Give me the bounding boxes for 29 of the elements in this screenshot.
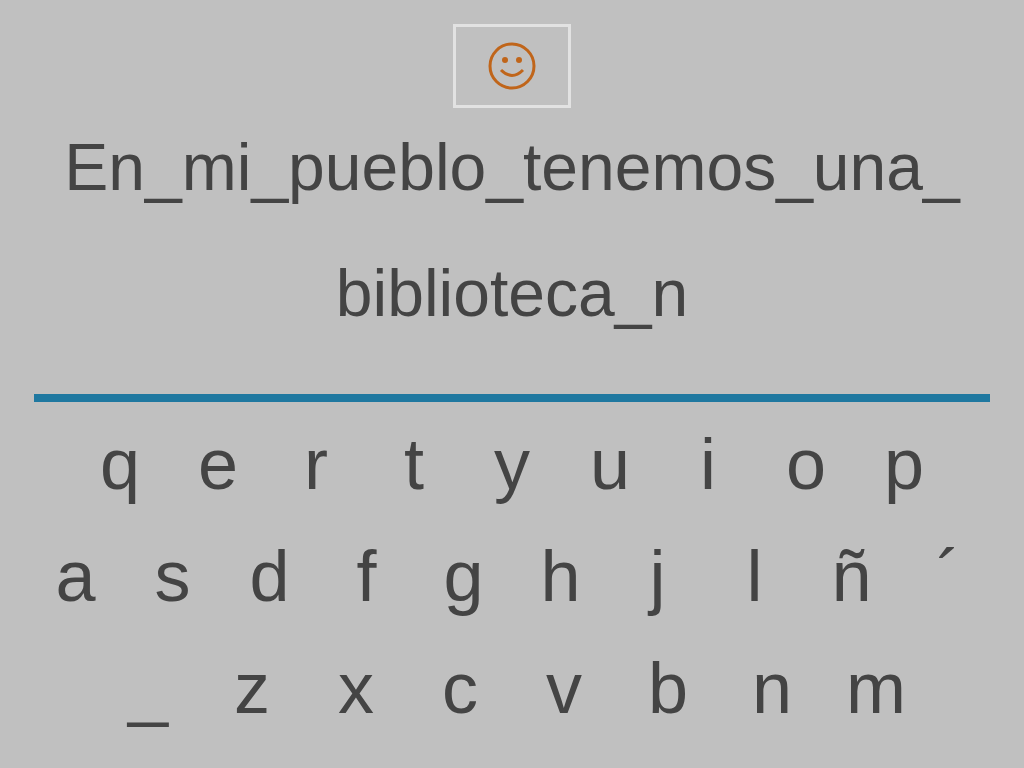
letter-key[interactable]: d — [221, 538, 318, 614]
letter-key[interactable]: o — [757, 426, 855, 502]
letter-key[interactable]: m — [824, 650, 928, 726]
letter-key[interactable]: g — [415, 538, 512, 614]
letter-key[interactable]: ´ — [900, 538, 997, 614]
letter-key[interactable]: y — [463, 426, 561, 502]
letter-key[interactable]: a — [27, 538, 124, 614]
smiley-icon — [487, 41, 537, 91]
letter-key[interactable]: ñ — [803, 538, 900, 614]
letter-key[interactable]: n — [720, 650, 824, 726]
letter-key[interactable]: z — [200, 650, 304, 726]
smiley-button[interactable] — [453, 24, 571, 108]
letter-key[interactable]: s — [124, 538, 221, 614]
letter-key[interactable]: r — [267, 426, 365, 502]
letter-key[interactable]: v — [512, 650, 616, 726]
letter-key[interactable]: j — [609, 538, 706, 614]
letter-key[interactable]: f — [318, 538, 415, 614]
letter-key[interactable]: u — [561, 426, 659, 502]
letter-key[interactable]: _ — [96, 650, 200, 726]
letter-key[interactable]: x — [304, 650, 408, 726]
letter-key[interactable]: i — [659, 426, 757, 502]
letter-key[interactable]: p — [855, 426, 953, 502]
letter-key[interactable]: b — [616, 650, 720, 726]
letter-key[interactable]: c — [408, 650, 512, 726]
letter-key[interactable]: t — [365, 426, 463, 502]
letter-key[interactable]: l — [706, 538, 803, 614]
letter-key[interactable]: e — [169, 426, 267, 502]
letter-key[interactable]: q — [71, 426, 169, 502]
letter-key[interactable]: h — [512, 538, 609, 614]
